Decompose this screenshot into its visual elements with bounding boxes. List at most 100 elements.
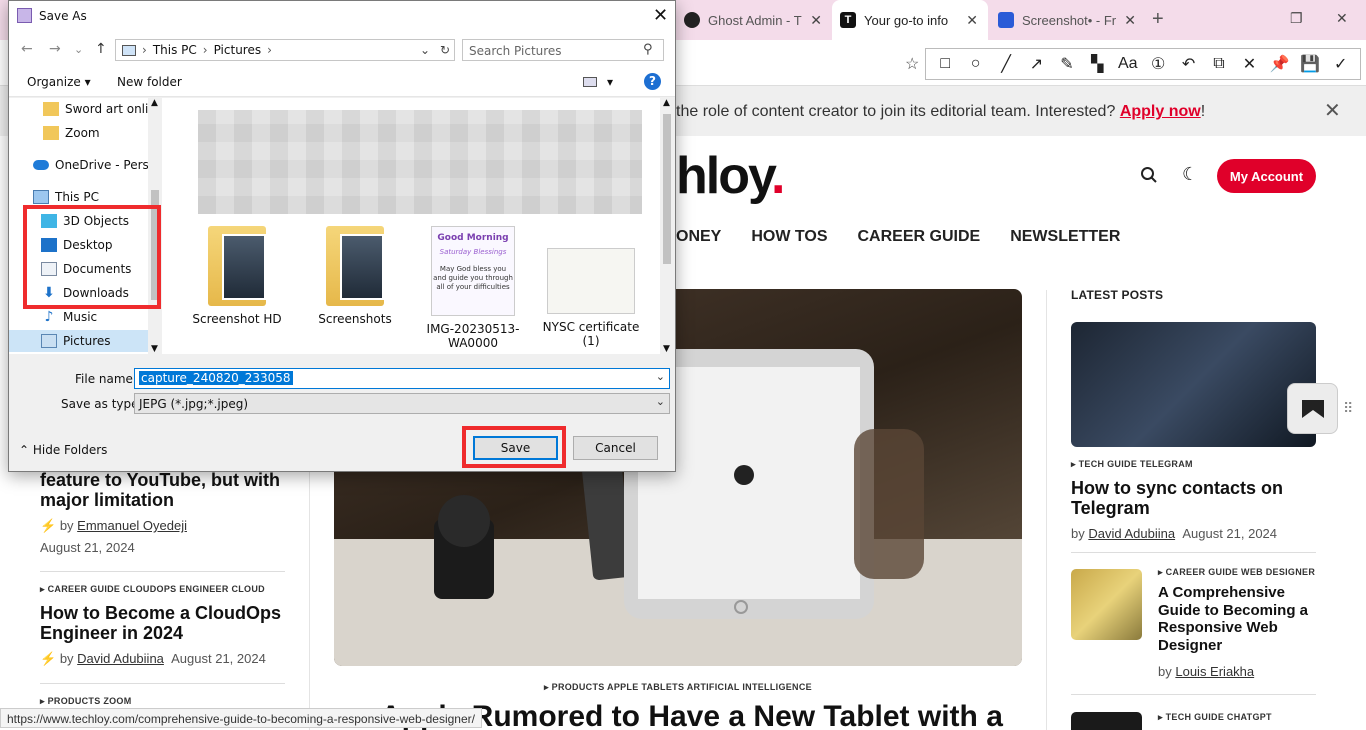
tab-screenshot[interactable]: Screenshot• - Fr ✕ bbox=[990, 0, 1146, 40]
author-link[interactable]: David Adubiina bbox=[77, 651, 164, 666]
highlight-box-save-button bbox=[462, 426, 566, 468]
help-icon[interactable]: ? bbox=[644, 73, 661, 90]
scroll-up-icon[interactable]: ▲ bbox=[663, 98, 670, 108]
mosaic-tool-icon[interactable]: ▚ bbox=[1085, 54, 1109, 74]
organize-menu[interactable]: Organize ▾ bbox=[27, 75, 91, 89]
breadcrumb-this-pc[interactable]: This PC bbox=[153, 43, 197, 57]
close-window-icon[interactable]: ✕ bbox=[1336, 10, 1348, 27]
address-bar[interactable]: › This PC › Pictures › ⌄ ↻ bbox=[115, 39, 455, 61]
scroll-down-icon[interactable]: ▼ bbox=[663, 344, 670, 354]
ghost-icon bbox=[684, 12, 700, 28]
post-title[interactable]: A Comprehensive Guide to Becoming a Resp… bbox=[1158, 584, 1316, 654]
file-name: Screenshots bbox=[318, 312, 392, 326]
view-options-icon[interactable] bbox=[583, 77, 597, 87]
line-tool-icon[interactable]: ╱ bbox=[994, 54, 1018, 74]
rectangle-tool-icon[interactable]: □ bbox=[933, 55, 957, 73]
close-announcement-icon[interactable]: ✕ bbox=[1324, 98, 1341, 123]
nav-item-career-guide[interactable]: CAREER GUIDE bbox=[858, 228, 981, 246]
close-icon[interactable]: ✕ bbox=[1124, 12, 1136, 29]
bookmark-widget-button[interactable] bbox=[1287, 383, 1338, 434]
new-tab-icon[interactable]: + bbox=[1152, 8, 1164, 31]
bookmark-star-icon[interactable]: ☆ bbox=[905, 54, 919, 74]
forward-arrow-icon[interactable]: → bbox=[49, 41, 61, 57]
folder-icon bbox=[43, 102, 59, 116]
file-tile[interactable]: Good Morning Saturday Blessings May God … bbox=[418, 226, 528, 350]
search-pictures-input[interactable]: Search Pictures bbox=[462, 39, 664, 61]
post-title[interactable]: How to sync contacts on Telegram bbox=[1071, 478, 1316, 518]
ellipse-tool-icon[interactable]: ○ bbox=[964, 55, 988, 73]
recent-dropdown-icon[interactable]: ⌄ bbox=[74, 43, 83, 56]
link-status-bar: https://www.techloy.com/comprehensive-gu… bbox=[0, 708, 482, 728]
folder-icon bbox=[43, 126, 59, 140]
nav-item-music[interactable]: ♪ Music bbox=[9, 306, 149, 328]
restore-window-icon[interactable]: ❐ bbox=[1290, 10, 1303, 27]
hide-folders-toggle[interactable]: ⌃ Hide Folders bbox=[19, 443, 107, 457]
chatgpt-post-image[interactable] bbox=[1071, 712, 1142, 730]
tab-techloy[interactable]: T Your go-to info ✕ bbox=[832, 0, 988, 40]
save-as-type-label: Save as type: bbox=[61, 397, 143, 411]
author-link[interactable]: Louis Eriakha bbox=[1175, 664, 1254, 679]
search-icon[interactable] bbox=[1140, 166, 1158, 184]
byline: by Louis Eriakha bbox=[1158, 664, 1255, 679]
nav-item-zoom[interactable]: Zoom bbox=[9, 122, 149, 144]
breadcrumb-pictures[interactable]: Pictures bbox=[214, 43, 262, 57]
view-dropdown-icon[interactable]: ▾ bbox=[607, 75, 613, 89]
file-tile[interactable]: NYSC certificate (1) bbox=[536, 226, 646, 348]
save-as-type-select[interactable]: JEPG (*.jpg;*.jpeg) ⌄ bbox=[134, 393, 670, 414]
file-name: IMG-20230513-WA0000 bbox=[426, 322, 520, 350]
command-bar: Organize ▾ New folder ▾ ? bbox=[9, 67, 675, 97]
confirm-check-icon[interactable]: ✓ bbox=[1329, 54, 1353, 74]
divider bbox=[40, 571, 285, 572]
web-designer-post-image[interactable] bbox=[1071, 569, 1142, 640]
telegram-post-image[interactable] bbox=[1071, 322, 1316, 447]
close-icon[interactable]: ✕ bbox=[966, 12, 978, 29]
nav-item-money[interactable]: ONEY bbox=[676, 228, 721, 246]
close-icon[interactable]: ✕ bbox=[810, 12, 822, 29]
scroll-down-icon[interactable]: ▼ bbox=[151, 344, 158, 354]
hero-tags: ▸ PRODUCTS APPLE TABLETS ARTIFICIAL INTE… bbox=[544, 682, 812, 692]
post-title[interactable]: feature to YouTube, but with major limit… bbox=[40, 470, 285, 510]
drag-handle-icon[interactable]: ⠿ bbox=[1343, 400, 1353, 417]
author-link[interactable]: David Adubiina bbox=[1088, 526, 1175, 541]
new-folder-button[interactable]: New folder bbox=[117, 75, 182, 89]
file-tile[interactable]: Screenshots bbox=[300, 226, 410, 326]
site-logo[interactable]: hloy. bbox=[676, 146, 786, 206]
tab-ghost-admin[interactable]: Ghost Admin - T ✕ bbox=[676, 0, 832, 40]
folder-thumbnail bbox=[208, 226, 266, 306]
nav-item-onedrive[interactable]: OneDrive - Person bbox=[9, 154, 161, 176]
byline: ⚡ by David Adubiina August 21, 2024 bbox=[40, 651, 266, 666]
search-icon: ⚲ bbox=[643, 42, 653, 57]
nav-item-sword-art-online[interactable]: Sword art online bbox=[9, 98, 161, 120]
pen-tool-icon[interactable]: ✎ bbox=[1055, 54, 1079, 74]
nav-item-pictures[interactable]: Pictures bbox=[9, 330, 149, 352]
nav-item-how-tos[interactable]: HOW TOS bbox=[751, 228, 827, 246]
pin-icon[interactable]: 📌 bbox=[1268, 54, 1292, 74]
refresh-icon[interactable]: ↻ bbox=[440, 43, 450, 57]
close-dialog-icon[interactable]: ✕ bbox=[653, 5, 668, 26]
file-pane-scrollbar[interactable]: ▲ ▼ bbox=[660, 98, 674, 354]
address-dropdown-icon[interactable]: ⌄ bbox=[420, 43, 430, 57]
file-tile[interactable]: Screenshot HD bbox=[182, 226, 292, 326]
arrow-tool-icon[interactable]: ↗ bbox=[1024, 54, 1048, 74]
copy-icon[interactable]: ⧉ bbox=[1207, 55, 1231, 73]
my-account-button[interactable]: My Account bbox=[1217, 159, 1316, 193]
text-tool-icon[interactable]: Aa bbox=[1116, 55, 1140, 73]
undo-icon[interactable]: ↶ bbox=[1177, 54, 1201, 74]
apply-now-link[interactable]: Apply now bbox=[1120, 103, 1201, 120]
author-link[interactable]: Emmanuel Oyedeji bbox=[77, 518, 187, 533]
file-name-input[interactable]: capture_240820_233058 ⌄ bbox=[134, 368, 670, 389]
chevron-down-icon[interactable]: ⌄ bbox=[656, 395, 665, 408]
dark-mode-moon-icon[interactable]: ☾ bbox=[1182, 164, 1198, 185]
column-divider bbox=[1046, 290, 1047, 730]
back-arrow-icon[interactable]: ← bbox=[21, 41, 33, 57]
nav-item-newsletter[interactable]: NEWSLETTER bbox=[1010, 228, 1120, 246]
cancel-capture-icon[interactable]: ✕ bbox=[1237, 54, 1261, 74]
cancel-button[interactable]: Cancel bbox=[573, 436, 658, 460]
number-tool-icon[interactable]: ① bbox=[1146, 54, 1170, 74]
chevron-down-icon[interactable]: ⌄ bbox=[656, 370, 665, 383]
divider bbox=[40, 683, 285, 684]
scroll-up-icon[interactable]: ▲ bbox=[151, 98, 158, 108]
post-title[interactable]: How to Become a CloudOps Engineer in 202… bbox=[40, 603, 285, 643]
up-arrow-icon[interactable]: ↑ bbox=[95, 41, 107, 57]
save-capture-icon[interactable]: 💾 bbox=[1298, 54, 1322, 74]
